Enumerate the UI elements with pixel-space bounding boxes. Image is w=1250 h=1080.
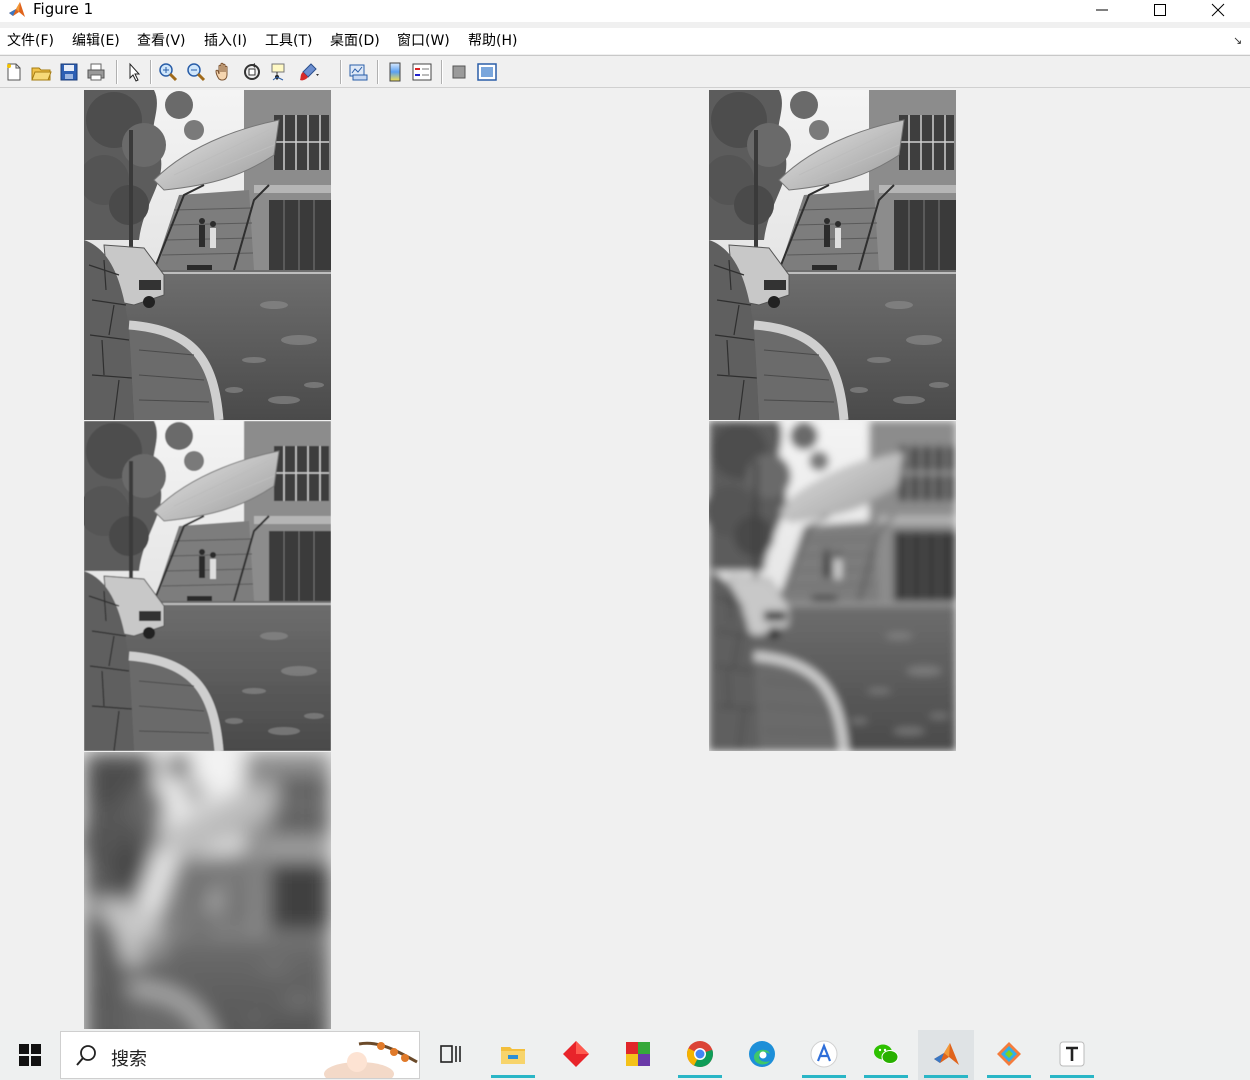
data-cursor-icon[interactable] bbox=[269, 61, 291, 83]
running-indicator bbox=[802, 1075, 846, 1078]
task-view-icon bbox=[440, 1045, 461, 1063]
menu-window[interactable]: 窗口(W) bbox=[397, 32, 450, 50]
taskbar: 搜索 bbox=[0, 1030, 1250, 1080]
minimize-icon bbox=[1096, 9, 1108, 11]
taskbar-chrome[interactable] bbox=[672, 1030, 728, 1080]
new-figure-icon[interactable] bbox=[3, 61, 25, 83]
search-placeholder: 搜索 bbox=[111, 1049, 147, 1070]
taskbar-wechat[interactable] bbox=[858, 1030, 914, 1080]
title-bar: Figure 1 bbox=[0, 0, 1250, 22]
matlab-logo-icon bbox=[8, 1, 26, 19]
red-diamond-app-icon bbox=[563, 1041, 589, 1067]
close-button[interactable] bbox=[1189, 0, 1247, 22]
zoom-in-icon[interactable] bbox=[157, 61, 179, 83]
menu-help[interactable]: 帮助(H) bbox=[468, 32, 517, 50]
dock-arrow-icon[interactable]: ↘ bbox=[1233, 34, 1242, 47]
taskbar-colorful-squares-app[interactable] bbox=[610, 1030, 666, 1080]
subplot-image-2[interactable] bbox=[709, 90, 956, 420]
figure-toolbar bbox=[0, 55, 1250, 88]
taskbar-file-explorer[interactable] bbox=[485, 1030, 541, 1080]
hide-plot-tools-icon[interactable] bbox=[448, 61, 470, 83]
pan-hand-icon[interactable] bbox=[213, 61, 235, 83]
maximize-button[interactable] bbox=[1131, 0, 1189, 22]
chrome-icon bbox=[687, 1041, 713, 1067]
colorful-squares-app-icon bbox=[626, 1042, 650, 1066]
toolbar-separator bbox=[377, 60, 379, 84]
toolbar-separator bbox=[116, 60, 118, 84]
taskbar-search[interactable]: 搜索 bbox=[60, 1031, 420, 1079]
link-plot-icon[interactable] bbox=[347, 61, 369, 83]
show-plot-tools-icon[interactable] bbox=[476, 61, 498, 83]
toolbar-separator bbox=[441, 60, 443, 84]
save-icon[interactable] bbox=[58, 61, 80, 83]
file-explorer-icon bbox=[501, 1047, 525, 1064]
edit-plot-arrow-icon[interactable] bbox=[123, 61, 145, 83]
maximize-icon bbox=[1154, 4, 1166, 16]
insert-colorbar-icon[interactable] bbox=[384, 61, 406, 83]
rotate-3d-icon[interactable] bbox=[241, 61, 263, 83]
windows-logo-icon bbox=[19, 1044, 41, 1066]
subplot-image-1[interactable] bbox=[84, 90, 331, 420]
menu-file[interactable]: 文件(F) bbox=[7, 32, 54, 50]
open-file-icon[interactable] bbox=[30, 61, 52, 83]
zoom-out-icon[interactable] bbox=[185, 61, 207, 83]
git-app-icon bbox=[997, 1042, 1021, 1066]
taskbar-typora[interactable] bbox=[1044, 1030, 1100, 1080]
menu-tools[interactable]: 工具(T) bbox=[265, 32, 312, 50]
toolbar-separator bbox=[150, 60, 152, 84]
menu-edit[interactable]: 编辑(E) bbox=[72, 32, 120, 50]
running-indicator bbox=[491, 1075, 535, 1078]
brush-icon[interactable] bbox=[297, 61, 319, 83]
menu-desktop[interactable]: 桌面(D) bbox=[330, 32, 380, 50]
figure-canvas bbox=[0, 89, 1250, 1029]
print-icon[interactable] bbox=[85, 61, 107, 83]
taskbar-edge[interactable] bbox=[734, 1030, 790, 1080]
menu-insert[interactable]: 插入(I) bbox=[204, 32, 247, 50]
running-indicator bbox=[924, 1075, 968, 1078]
running-indicator bbox=[1050, 1075, 1094, 1078]
minimize-button[interactable] bbox=[1073, 0, 1131, 22]
search-icon bbox=[76, 1045, 96, 1066]
search-highlight-illustration bbox=[324, 1041, 418, 1078]
wechat-icon bbox=[874, 1044, 899, 1064]
start-button[interactable] bbox=[0, 1030, 60, 1080]
insert-legend-icon[interactable] bbox=[411, 61, 433, 83]
menu-bar: 文件(F) 编辑(E) 查看(V) 插入(I) 工具(T) 桌面(D) 窗口(W… bbox=[0, 28, 1250, 54]
toolbar-separator bbox=[340, 60, 342, 84]
edge-icon bbox=[749, 1041, 775, 1067]
taskbar-translate-app[interactable] bbox=[796, 1030, 852, 1080]
matlab-icon bbox=[934, 1043, 959, 1065]
task-view-button[interactable] bbox=[422, 1030, 478, 1080]
running-indicator bbox=[678, 1075, 722, 1078]
window-title: Figure 1 bbox=[33, 0, 94, 18]
subplot-image-5[interactable] bbox=[84, 752, 331, 1029]
taskbar-red-diamond-app[interactable] bbox=[548, 1030, 604, 1080]
translate-app-icon bbox=[810, 1040, 838, 1068]
taskbar-matlab[interactable] bbox=[918, 1030, 974, 1080]
subplot-image-3[interactable] bbox=[84, 421, 331, 751]
menu-view[interactable]: 查看(V) bbox=[137, 32, 186, 50]
typora-icon bbox=[1059, 1041, 1085, 1067]
running-indicator bbox=[987, 1075, 1031, 1078]
subplot-image-4[interactable] bbox=[709, 421, 956, 751]
taskbar-git-app[interactable] bbox=[981, 1030, 1037, 1080]
close-icon bbox=[1211, 3, 1225, 17]
running-indicator bbox=[864, 1075, 908, 1078]
